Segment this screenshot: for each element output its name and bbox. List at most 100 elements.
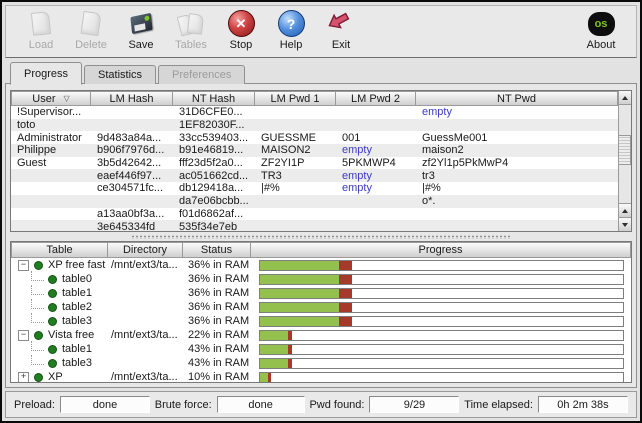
hash-cell: o*. — [422, 195, 436, 208]
progress-green-fill — [260, 330, 289, 340]
column-header-lm-hash[interactable]: LM Hash — [91, 91, 173, 106]
arrow-up-icon — [622, 208, 628, 213]
column-header-status[interactable]: Status — [183, 242, 251, 258]
tree-branch-line — [31, 312, 44, 323]
progress-green-fill — [260, 316, 339, 326]
vertical-scrollbar[interactable] — [618, 91, 631, 231]
load-button-label: Load — [28, 39, 54, 51]
brute-force-field: Brute force: done — [155, 396, 305, 413]
tab-statistics[interactable]: Statistics — [84, 65, 157, 84]
status-bar: Preload: done Brute force: done Pwd foun… — [5, 391, 637, 418]
column-header-user[interactable]: User ▽ — [11, 91, 91, 106]
table-name-label: table0 — [62, 273, 92, 285]
progress-bar — [259, 259, 624, 271]
save-button[interactable]: Save — [116, 8, 166, 57]
column-header-progress[interactable]: Progress — [251, 242, 631, 258]
hash-cell: empty — [422, 106, 452, 119]
collapse-toggle-icon[interactable]: − — [18, 329, 29, 341]
hash-cell: fff23d5f2a0... — [179, 157, 243, 170]
status-cell: 36% in RAM — [188, 287, 250, 299]
hash-cell: 3e645334fd — [97, 220, 156, 231]
column-header-table[interactable]: Table — [11, 242, 108, 258]
hash-cell: f01d6862af... — [179, 207, 244, 220]
stop-icon: ✕ — [226, 9, 256, 38]
os-logo-icon: os — [586, 9, 616, 38]
collapse-toggle-icon[interactable]: − — [18, 259, 29, 271]
time-elapsed-label: Time elapsed: — [464, 398, 533, 411]
scroll-up-button-bottom[interactable] — [619, 203, 631, 217]
time-elapsed-value: 0h 2m 38s — [537, 396, 628, 413]
progress-cell — [251, 259, 631, 271]
status-cell: 36% in RAM — [188, 273, 250, 285]
progress-bar — [259, 273, 624, 285]
scroll-up-button[interactable] — [619, 91, 631, 105]
directory-cell: /mnt/ext3/ta... — [111, 259, 178, 271]
progress-cell — [251, 357, 631, 369]
splitter-grip[interactable] — [131, 234, 511, 239]
column-header-lm-pwd-2[interactable]: LM Pwd 2 — [336, 91, 416, 106]
hash-row[interactable]: Philippe b906f7976d... b91e46819... MAISON2… — [11, 144, 618, 157]
hash-cell: ce304571fc... — [97, 182, 164, 195]
save-icon — [126, 9, 156, 38]
status-cell: 36% in RAM — [188, 301, 250, 313]
table-name-cell: − Vista free — [11, 329, 108, 341]
column-header-directory[interactable]: Directory — [108, 242, 183, 258]
hash-row[interactable]: toto 1EF82030F... — [11, 118, 618, 132]
tree-row[interactable]: table3 43% in RAM — [11, 354, 631, 372]
preload-field: Preload: done — [14, 396, 150, 413]
hash-cell: 31D6CFE0... — [179, 106, 243, 119]
column-header-nt-hash[interactable]: NT Hash — [173, 91, 255, 106]
table-name-label: XP free fast — [48, 259, 106, 271]
progress-red-segment — [338, 288, 352, 298]
tree-row[interactable]: table3 36% in RAM — [11, 312, 631, 328]
hash-table: User ▽ LM Hash NT Hash LM Pwd 1 LM Pwd 2… — [10, 90, 632, 232]
hash-cell: empty — [342, 144, 372, 157]
scrollbar-thumb[interactable] — [619, 135, 631, 165]
help-button[interactable]: ? Help — [266, 8, 316, 57]
tree-row[interactable]: + XP/mnt/ext3/ta... 10% in RAM — [11, 370, 631, 382]
hash-cell: ZF2YI1P — [261, 157, 305, 170]
pane-splitter[interactable] — [10, 232, 632, 241]
column-header-lm-pwd-1[interactable]: LM Pwd 1 — [255, 91, 336, 106]
hash-cell: empty — [342, 182, 372, 195]
hash-row[interactable]: a13aa0bf3a... f01d6862af... — [11, 208, 618, 221]
hash-cell: eaef446f97... — [97, 169, 162, 182]
table-name-label: table3 — [62, 315, 92, 327]
progress-tab-panel: User ▽ LM Hash NT Hash LM Pwd 1 LM Pwd 2… — [5, 83, 637, 388]
progress-cell — [251, 329, 631, 341]
hash-cell: empty — [342, 169, 372, 182]
table-enabled-dot-icon — [34, 372, 43, 382]
progress-cell — [251, 371, 631, 382]
progress-green-fill — [260, 260, 339, 270]
hash-row[interactable]: !Supervisor... 31D6CFE0... empty — [11, 106, 618, 119]
arrow-up-icon — [622, 95, 628, 100]
exit-button[interactable]: Exit — [316, 8, 366, 57]
table-name-label: table1 — [62, 343, 92, 355]
table-name-cell: table3 — [11, 354, 108, 372]
hash-row[interactable]: Administrator 9d483a84a... 33cc539403... GU… — [11, 131, 618, 144]
load-icon — [26, 9, 56, 38]
expand-toggle-icon[interactable]: + — [18, 371, 29, 382]
progress-red-segment — [338, 274, 352, 284]
progress-red-segment — [338, 316, 352, 326]
progress-cell — [251, 343, 631, 355]
pwd-found-label: Pwd found: — [309, 398, 365, 411]
hash-row[interactable]: da7e06bcbb... o*. — [11, 194, 618, 208]
hash-cell: 9d483a84a... — [97, 131, 162, 144]
tree-branch-line — [31, 340, 44, 351]
status-cell: 43% in RAM — [188, 357, 250, 369]
scroll-down-button[interactable] — [619, 217, 631, 231]
stop-button[interactable]: ✕ Stop — [216, 8, 266, 57]
hash-row[interactable]: 3e645334fd 535f34e7eb — [11, 220, 618, 231]
pwd-found-value: 9/29 — [369, 396, 460, 413]
column-header-nt-pwd[interactable]: NT Pwd — [416, 91, 618, 106]
brute-force-label: Brute force: — [154, 398, 212, 411]
hash-row[interactable]: ce304571fc... db129418a... |#% empty |#% — [11, 182, 618, 195]
hash-row[interactable]: Guest 3b5d42642... fff23d5f2a0... ZF2YI1P 5P… — [11, 157, 618, 170]
about-button[interactable]: os About — [576, 8, 626, 57]
delete-button: Delete — [66, 8, 116, 57]
progress-red-segment — [268, 372, 271, 382]
hash-row[interactable]: eaef446f97... ac051662cd... TR3 empty tr3 — [11, 169, 618, 183]
help-icon: ? — [276, 9, 306, 38]
tab-progress[interactable]: Progress — [10, 62, 83, 85]
